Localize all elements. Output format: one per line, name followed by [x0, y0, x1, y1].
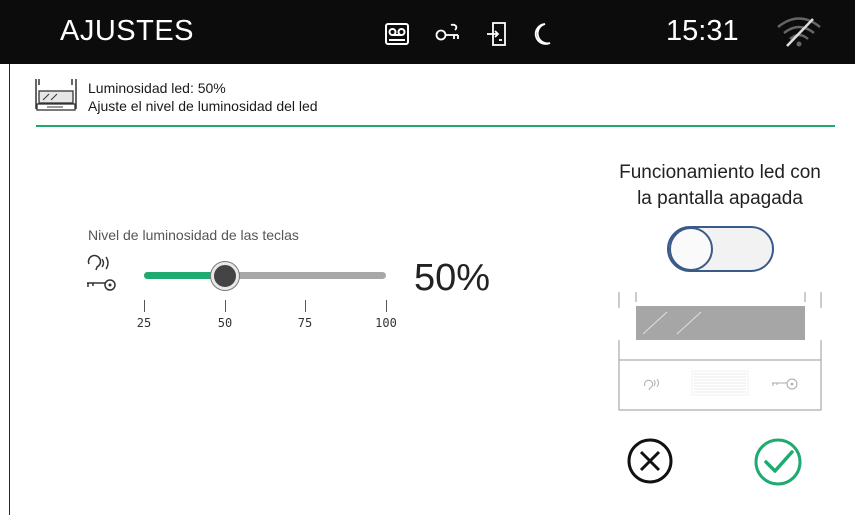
- status-bar: AJUSTES 15:31: [0, 0, 855, 64]
- tick-mark: [305, 300, 306, 312]
- tick-label: 75: [297, 316, 313, 330]
- accept-button[interactable]: [752, 437, 814, 492]
- brightness-value: 50%: [414, 257, 491, 299]
- toggle-knob: [669, 227, 713, 271]
- voicemail-icon: [384, 22, 410, 46]
- intercom-device-illustration: [615, 288, 825, 418]
- led-off-title: Funcionamiento led con la pantalla apaga…: [590, 160, 850, 212]
- door-exit-icon: [486, 21, 508, 47]
- screen-edge: [9, 64, 10, 515]
- tick-label: 25: [136, 316, 152, 330]
- page-title: AJUSTES: [60, 15, 195, 47]
- check-icon: [754, 438, 802, 486]
- led-off-title-line1: Funcionamiento led con: [619, 162, 821, 183]
- led-strip-icon: [35, 77, 77, 116]
- settings-header: Luminosidad led: 50% Ajuste el nivel de …: [0, 64, 855, 128]
- led-brightness-description: Ajuste el nivel de luminosidad del led: [88, 98, 318, 114]
- status-icons: [384, 20, 552, 48]
- led-off-toggle[interactable]: [667, 226, 774, 272]
- cancel-x-icon: [627, 438, 673, 484]
- moon-icon: [532, 21, 552, 47]
- tick-label: 100: [375, 316, 397, 330]
- led-brightness-status: Luminosidad led: 50%: [88, 80, 226, 96]
- header-divider: [36, 125, 835, 127]
- slider-label: Nivel de luminosidad de las teclas: [88, 227, 299, 243]
- led-off-title-line2: la pantalla apagada: [637, 188, 803, 209]
- tick-mark: [225, 300, 226, 312]
- cancel-button[interactable]: [626, 437, 674, 490]
- clock: 15:31: [666, 15, 739, 47]
- brightness-slider-track[interactable]: [144, 272, 386, 279]
- key-icon: [434, 22, 462, 46]
- tick-mark: [386, 300, 387, 312]
- wifi-off-icon: [775, 16, 823, 53]
- tick-label: 50: [217, 316, 233, 330]
- tick-mark: [144, 300, 145, 312]
- keys-icon: [84, 254, 120, 299]
- brightness-slider-thumb[interactable]: [210, 262, 239, 290]
